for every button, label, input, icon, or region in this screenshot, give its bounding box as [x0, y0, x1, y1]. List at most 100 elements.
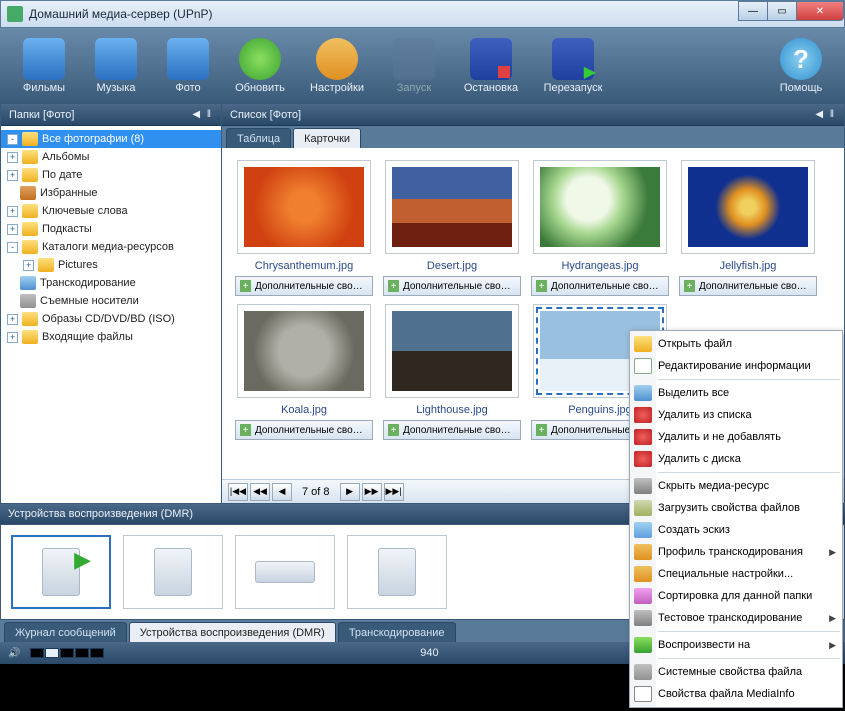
- gear-icon: [316, 38, 358, 80]
- thumbnail-image[interactable]: [392, 311, 512, 391]
- menu-item[interactable]: Создать эскиз: [630, 519, 842, 541]
- tree-label: Образы CD/DVD/BD (ISO): [42, 313, 175, 325]
- thumbnail-card[interactable]: Desert.jpg +Дополнительные свойства: [382, 160, 522, 296]
- thumbnail-name[interactable]: Chrysanthemum.jpg: [255, 260, 353, 272]
- thumbnail-name[interactable]: Hydrangeas.jpg: [561, 260, 638, 272]
- tab-log[interactable]: Журнал сообщений: [4, 622, 127, 642]
- pager-first[interactable]: |◀◀: [228, 483, 248, 501]
- tree-node[interactable]: Транскодирование: [1, 274, 221, 292]
- tab-table[interactable]: Таблица: [226, 128, 291, 148]
- tree-node[interactable]: Избранные: [1, 184, 221, 202]
- pager-nextset[interactable]: ▶▶: [362, 483, 382, 501]
- expander-icon[interactable]: +: [7, 224, 18, 235]
- thumbnail-name[interactable]: Lighthouse.jpg: [416, 404, 488, 416]
- tree-node[interactable]: + Образы CD/DVD/BD (ISO): [1, 310, 221, 328]
- tree-node[interactable]: Съемные носители: [1, 292, 221, 310]
- menu-item[interactable]: Скрыть медиа-ресурс: [630, 475, 842, 497]
- maximize-button[interactable]: ▭: [767, 1, 797, 21]
- menu-item[interactable]: Сортировка для данной папки: [630, 585, 842, 607]
- tab-transcoding[interactable]: Транскодирование: [338, 622, 456, 642]
- tree-node[interactable]: +Ключевые слова: [1, 202, 221, 220]
- thumbnail-card[interactable]: Lighthouse.jpg +Дополнительные свойства: [382, 304, 522, 440]
- thumbnail-image[interactable]: [540, 167, 660, 247]
- properties-button[interactable]: +Дополнительные свойства: [383, 420, 521, 440]
- tree-node[interactable]: -Все фотографии (8): [1, 130, 221, 148]
- expander-icon[interactable]: -: [7, 242, 18, 253]
- status-boxes[interactable]: [30, 648, 104, 658]
- dmr-device[interactable]: [123, 535, 223, 609]
- properties-button[interactable]: +Дополнительные свойства: [235, 276, 373, 296]
- menu-item[interactable]: Выделить все: [630, 382, 842, 404]
- tree-node[interactable]: +По дате: [1, 166, 221, 184]
- menu-item[interactable]: Удалить и не добавлять: [630, 426, 842, 448]
- submenu-arrow-icon: ▶: [829, 547, 836, 558]
- tree-node[interactable]: +Входящие файлы: [1, 328, 221, 346]
- expander-icon[interactable]: -: [7, 134, 18, 145]
- expander-icon[interactable]: +: [23, 260, 34, 271]
- folder-tree[interactable]: -Все фотографии (8)+Альбомы+По датеИзбра…: [1, 130, 221, 346]
- help-button[interactable]: Помощь: [767, 34, 835, 98]
- thumbnail-name[interactable]: Desert.jpg: [427, 260, 477, 272]
- pager-text: 7 of 8: [294, 486, 338, 498]
- tree-node[interactable]: +Pictures: [1, 256, 221, 274]
- menu-item[interactable]: Открыть файл: [630, 333, 842, 355]
- minimize-button[interactable]: —: [738, 1, 768, 21]
- tree-node[interactable]: +Подкасты: [1, 220, 221, 238]
- thumbnail-card[interactable]: Hydrangeas.jpg +Дополнительные свойства: [530, 160, 670, 296]
- thumbnail-image[interactable]: [244, 311, 364, 391]
- thumbnail-name[interactable]: Penguins.jpg: [568, 404, 632, 416]
- menu-item[interactable]: Системные свойства файла: [630, 661, 842, 683]
- pager-last[interactable]: ▶▶|: [384, 483, 404, 501]
- folder-icon: [22, 168, 38, 182]
- menu-item[interactable]: Профиль транскодирования▶: [630, 541, 842, 563]
- settings-button[interactable]: Настройки: [298, 34, 376, 98]
- pager-prevset[interactable]: ◀◀: [250, 483, 270, 501]
- launch-button[interactable]: Запуск: [380, 34, 448, 98]
- tab-dmr[interactable]: Устройства воспроизведения (DMR): [129, 622, 336, 642]
- thumbnail-card[interactable]: Jellyfish.jpg +Дополнительные свойства: [678, 160, 818, 296]
- refresh-button[interactable]: Обновить: [226, 34, 294, 98]
- thumbnail-image[interactable]: [688, 167, 808, 247]
- properties-button[interactable]: +Дополнительные свойства: [235, 420, 373, 440]
- dmr-device[interactable]: [11, 535, 111, 609]
- refresh-icon: [239, 38, 281, 80]
- menu-item[interactable]: Тестовое транскодирование▶: [630, 607, 842, 629]
- photo-button[interactable]: Фото: [154, 34, 222, 98]
- menu-item[interactable]: Удалить из списка: [630, 404, 842, 426]
- properties-button[interactable]: +Дополнительные свойства: [383, 276, 521, 296]
- dmr-device[interactable]: [347, 535, 447, 609]
- restart-button[interactable]: Перезапуск: [534, 34, 612, 98]
- music-button[interactable]: Музыка: [82, 34, 150, 98]
- thumbnail-name[interactable]: Koala.jpg: [281, 404, 327, 416]
- menu-item[interactable]: Специальные настройки...: [630, 563, 842, 585]
- thumbnail-name[interactable]: Jellyfish.jpg: [720, 260, 777, 272]
- stop-button[interactable]: Остановка: [452, 34, 530, 98]
- menu-item[interactable]: Воспроизвести на▶: [630, 634, 842, 656]
- pager-next[interactable]: ▶: [340, 483, 360, 501]
- menu-item[interactable]: Редактирование информации: [630, 355, 842, 377]
- menu-item[interactable]: Свойства файла MediaInfo: [630, 683, 842, 705]
- pager-prev[interactable]: ◀: [272, 483, 292, 501]
- expander-icon[interactable]: +: [7, 314, 18, 325]
- thumbnail-card[interactable]: Koala.jpg +Дополнительные свойства: [234, 304, 374, 440]
- list-nav-icons[interactable]: ◀ ‖: [815, 109, 836, 120]
- expander-icon[interactable]: +: [7, 170, 18, 181]
- close-button[interactable]: ✕: [796, 1, 844, 21]
- thumbnail-card[interactable]: Chrysanthemum.jpg +Дополнительные свойств…: [234, 160, 374, 296]
- tree-node[interactable]: +Альбомы: [1, 148, 221, 166]
- thumbnail-image[interactable]: [244, 167, 364, 247]
- menu-item[interactable]: Загрузить свойства файлов: [630, 497, 842, 519]
- expander-icon[interactable]: +: [7, 152, 18, 163]
- properties-button[interactable]: +Дополнительные свойства: [679, 276, 817, 296]
- expander-icon[interactable]: +: [7, 332, 18, 343]
- tab-cards[interactable]: Карточки: [293, 128, 361, 148]
- menu-item[interactable]: Удалить с диска: [630, 448, 842, 470]
- tree-node[interactable]: -Каталоги медиа-ресурсов: [1, 238, 221, 256]
- thumbnail-image[interactable]: [392, 167, 512, 247]
- sound-icon[interactable]: 🔊: [8, 648, 20, 659]
- expander-icon[interactable]: +: [7, 206, 18, 217]
- folders-nav-icons[interactable]: ◀ ‖: [192, 109, 213, 120]
- films-button[interactable]: Фильмы: [10, 34, 78, 98]
- properties-button[interactable]: +Дополнительные свойства: [531, 276, 669, 296]
- dmr-device[interactable]: [235, 535, 335, 609]
